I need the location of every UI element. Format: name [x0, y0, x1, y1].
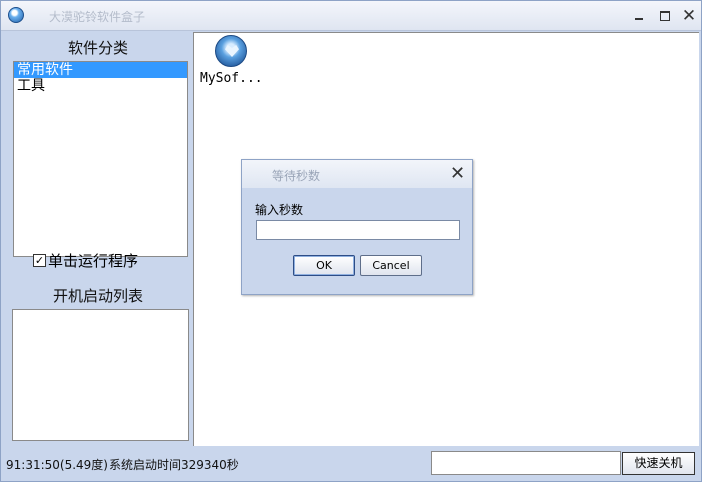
app-globe-icon — [8, 7, 24, 23]
dialog-close-icon[interactable]: ✕ — [450, 163, 465, 184]
main-window: 大漠驼铃软件盒子 ✕ 软件分类 常用软件 工具 ✓ 单击运行程序 开机启动列表 … — [0, 0, 702, 482]
single-click-label: 单击运行程序 — [48, 251, 139, 270]
boot-list-heading: 开机启动列表 — [52, 287, 143, 305]
dialog-title-bar[interactable]: 等待秒数 ✕ — [242, 160, 472, 188]
minimize-icon — [635, 18, 643, 20]
single-click-checkbox[interactable]: ✓ — [33, 253, 46, 267]
status-uptime: 系统启动时间329340秒 — [109, 458, 239, 472]
boot-list[interactable] — [12, 309, 189, 441]
category-list[interactable]: 常用软件 工具 — [13, 61, 188, 257]
close-icon: ✕ — [681, 6, 697, 26]
category-item-tools[interactable]: 工具 — [14, 78, 187, 94]
seconds-field-label: 输入秒数 — [255, 203, 304, 217]
cancel-button[interactable]: Cancel — [360, 255, 422, 276]
maximize-button[interactable] — [655, 6, 675, 26]
category-item-common[interactable]: 常用软件 — [14, 62, 187, 78]
status-input[interactable] — [431, 451, 621, 475]
software-item[interactable]: MySof... — [200, 35, 263, 86]
heart-globe-icon — [215, 35, 247, 67]
maximize-icon — [660, 11, 670, 21]
software-item-label: MySof... — [200, 71, 263, 86]
minimize-button[interactable] — [629, 6, 649, 26]
dialog-title: 等待秒数 — [272, 169, 321, 183]
ok-button[interactable]: OK — [293, 255, 355, 276]
single-click-option[interactable]: ✓ 单击运行程序 — [33, 251, 139, 270]
status-bar: 91:31:50(5.49度) 系统启动时间329340秒 快速关机 — [1, 447, 701, 481]
wait-seconds-dialog: 等待秒数 ✕ 输入秒数 OK Cancel — [241, 159, 473, 295]
quick-shutdown-button[interactable]: 快速关机 — [622, 452, 695, 475]
title-bar[interactable]: 大漠驼铃软件盒子 ✕ — [1, 1, 701, 31]
close-button[interactable]: ✕ — [679, 6, 699, 26]
window-title: 大漠驼铃软件盒子 — [49, 10, 146, 24]
category-heading: 软件分类 — [67, 39, 128, 57]
left-panel: 软件分类 常用软件 工具 ✓ 单击运行程序 开机启动列表 — [5, 31, 191, 445]
seconds-input[interactable] — [256, 220, 460, 240]
status-time: 91:31:50(5.49度) — [6, 458, 108, 472]
